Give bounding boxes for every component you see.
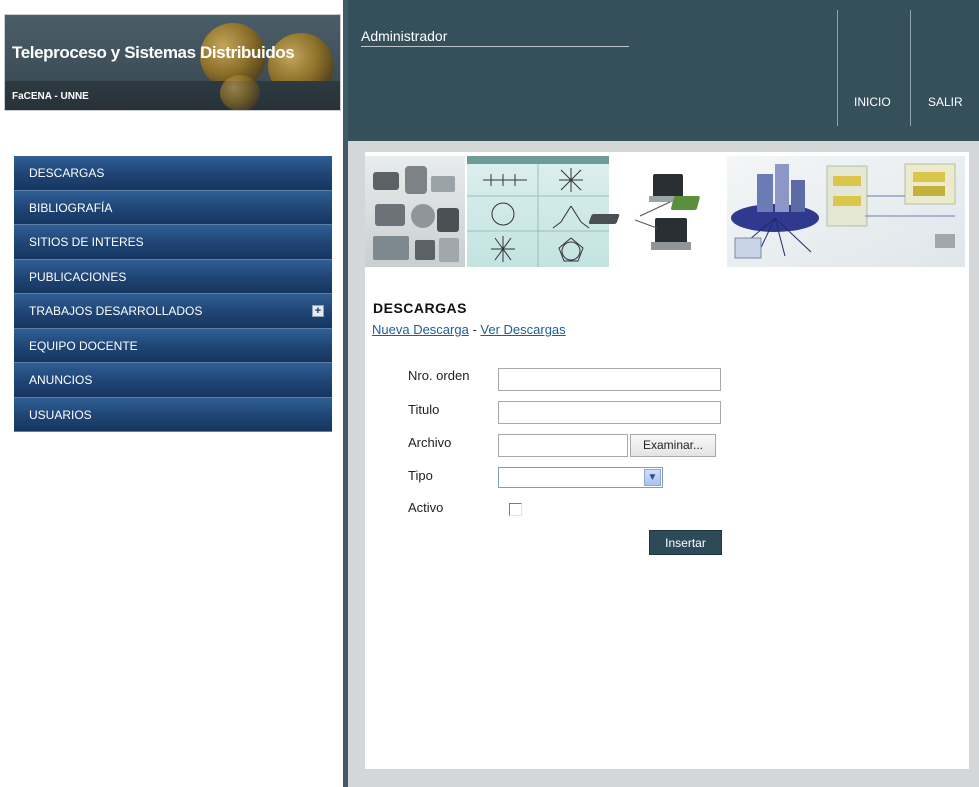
sidebar-item-label: SITIOS DE INTERES bbox=[29, 235, 144, 249]
sidebar-item-descargas[interactable]: DESCARGAS bbox=[14, 156, 332, 191]
sidebar-item-bibliografia[interactable]: BIBLIOGRAFÍA bbox=[14, 190, 332, 225]
type-label: Tipo bbox=[408, 468, 433, 483]
site-logo: Teleproceso y Sistemas Distribuidos FaCE… bbox=[4, 14, 341, 111]
title-input[interactable] bbox=[498, 401, 721, 424]
user-underline bbox=[361, 46, 629, 47]
left-column: Teleproceso y Sistemas Distribuidos FaCE… bbox=[0, 0, 343, 787]
active-checkbox[interactable] bbox=[509, 503, 522, 516]
globe-icon bbox=[220, 75, 260, 110]
order-label: Nro. orden bbox=[408, 368, 470, 383]
sidebar-item-label: TRABAJOS DESARROLLADOS bbox=[29, 304, 203, 318]
top-bar: Administrador INICIO SALIR bbox=[348, 0, 979, 141]
type-select[interactable]: ▼ bbox=[498, 467, 663, 488]
view-downloads-link[interactable]: Ver Descargas bbox=[480, 322, 565, 337]
section-links: Nueva Descarga - Ver Descargas bbox=[372, 322, 566, 337]
sidebar-item-label: ANUNCIOS bbox=[29, 373, 93, 387]
link-separator: - bbox=[468, 322, 481, 337]
file-label: Archivo bbox=[408, 435, 452, 450]
sidebar-item-usuarios[interactable]: USUARIOS bbox=[14, 397, 332, 432]
title-label: Titulo bbox=[408, 402, 440, 417]
order-input[interactable] bbox=[498, 368, 721, 391]
insert-button[interactable]: Insertar bbox=[649, 530, 722, 555]
sidebar-item-trabajos-desarrollados[interactable]: TRABAJOS DESARROLLADOS + bbox=[14, 294, 332, 329]
content-panel: DESCARGAS Nueva Descarga - Ver Descargas… bbox=[365, 152, 969, 769]
section-title: DESCARGAS bbox=[373, 300, 467, 316]
nav-divider bbox=[910, 10, 911, 126]
nav-inicio[interactable]: INICIO bbox=[854, 95, 891, 109]
sidebar-item-label: EQUIPO DOCENTE bbox=[29, 338, 138, 353]
plus-icon[interactable]: + bbox=[312, 305, 324, 317]
browse-button[interactable]: Examinar... bbox=[630, 434, 716, 457]
sidebar-item-sitios-de-interes[interactable]: SITIOS DE INTERES bbox=[14, 225, 332, 260]
active-label: Activo bbox=[408, 500, 444, 515]
chevron-down-icon[interactable]: ▼ bbox=[644, 469, 661, 486]
nav-salir[interactable]: SALIR bbox=[928, 95, 963, 109]
sidebar-item-label: USUARIOS bbox=[29, 407, 92, 422]
user-label: Administrador bbox=[361, 28, 448, 44]
site-title: Teleproceso y Sistemas Distribuidos bbox=[12, 43, 295, 62]
page: Teleproceso y Sistemas Distribuidos FaCE… bbox=[0, 0, 979, 787]
new-download-link[interactable]: Nueva Descarga bbox=[372, 322, 469, 337]
file-path-input[interactable] bbox=[498, 434, 628, 457]
sidebar-menu: DESCARGAS BIBLIOGRAFÍA SITIOS DE INTERES… bbox=[14, 156, 332, 432]
sidebar-item-anuncios[interactable]: ANUNCIOS bbox=[14, 363, 332, 398]
network-banner-image bbox=[365, 156, 965, 267]
sidebar-item-label: BIBLIOGRAFÍA bbox=[29, 200, 113, 215]
sidebar-item-equipo-docente[interactable]: EQUIPO DOCENTE bbox=[14, 328, 332, 363]
site-subtitle: FaCENA - UNNE bbox=[12, 91, 89, 102]
sidebar-item-publicaciones[interactable]: PUBLICACIONES bbox=[14, 259, 332, 294]
nav-divider bbox=[837, 10, 838, 126]
sidebar-item-label: PUBLICACIONES bbox=[29, 269, 127, 284]
sidebar-item-label: DESCARGAS bbox=[29, 166, 105, 180]
